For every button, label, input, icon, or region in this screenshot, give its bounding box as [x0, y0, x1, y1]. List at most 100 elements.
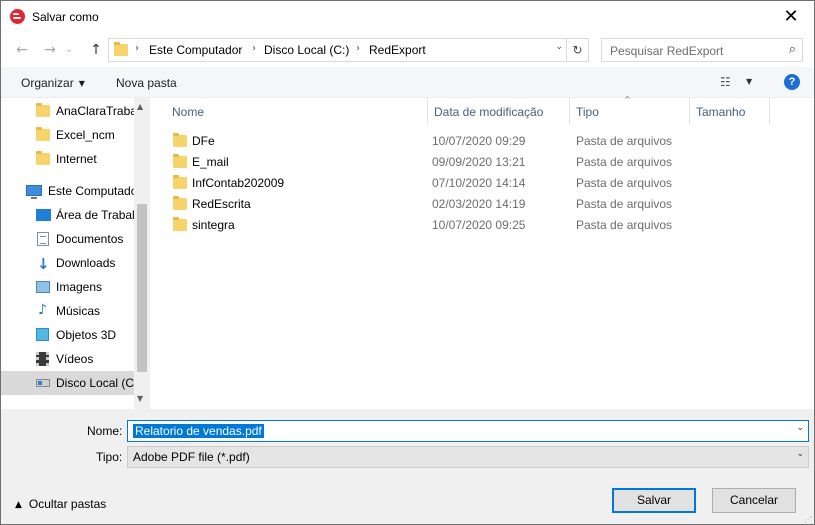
file-type: Pasta de arquivos: [576, 218, 673, 232]
sidebar-item-label: Excel_ncm: [56, 128, 115, 142]
sidebar-item-documentos[interactable]: Documentos: [1, 227, 134, 251]
sidebar-item-objetos-3d[interactable]: Objetos 3D: [1, 323, 134, 347]
sidebar-item-label: Vídeos: [56, 352, 94, 366]
sidebar-scrollbar[interactable]: ▲ ▼: [134, 98, 150, 409]
sidebar-item-anaclaratraba[interactable]: AnaClaraTraba: [1, 99, 134, 123]
organize-button[interactable]: Organizar ▼: [21, 76, 85, 90]
table-row[interactable]: E_mail 09/09/2020 13:21 Pasta de arquivo…: [150, 151, 814, 172]
sidebar-item-area-de-trabalho[interactable]: Área de Trabalh: [1, 203, 134, 227]
navigation-bar: ← → ⌄ ↑ › Este Computador › Disco Local …: [1, 34, 814, 66]
file-date: 10/07/2020 09:25: [432, 218, 526, 232]
search-input[interactable]: Pesquisar RedExport ⌕: [601, 38, 803, 62]
column-header-size[interactable]: Tamanho: [690, 98, 770, 125]
title-bar: Salvar como ✕: [1, 1, 814, 32]
save-as-dialog: Salvar como ✕ ← → ⌄ ↑ › Este Computador …: [0, 0, 815, 525]
breadcrumb-este-computador[interactable]: Este Computador: [149, 43, 242, 57]
breadcrumb-separator: ›: [252, 43, 256, 54]
column-header-date[interactable]: Data de modificação: [428, 98, 570, 125]
navigation-pane: AnaClaraTraba Excel_ncm Internet Este Co…: [1, 98, 150, 409]
sidebar-item-este-computador[interactable]: Este Computador: [1, 179, 134, 203]
breadcrumb-redexport[interactable]: RedExport: [369, 43, 426, 57]
breadcrumb-separator: ›: [135, 43, 139, 54]
file-name-value[interactable]: Relatorio de vendas.pdf: [133, 424, 264, 438]
hide-folders-label: Ocultar pastas: [28, 497, 107, 511]
back-arrow-icon[interactable]: ←: [12, 41, 32, 59]
table-row[interactable]: sintegra 10/07/2020 09:25 Pasta de arqui…: [150, 214, 814, 235]
sidebar-item-label: Downloads: [56, 256, 116, 270]
chevron-down-icon[interactable]: ⌄: [796, 449, 804, 459]
chevron-down-icon[interactable]: ⌄: [555, 42, 563, 52]
desktop-icon: [36, 209, 51, 221]
sidebar-item-label: Documentos: [56, 232, 124, 246]
file-type-label: Tipo:: [96, 450, 123, 464]
folder-icon: [173, 154, 187, 168]
file-type: Pasta de arquivos: [576, 155, 673, 169]
sidebar-item-downloads[interactable]: ↓ Downloads: [1, 251, 134, 275]
save-options-panel: Nome: Relatorio de vendas.pdf ⌄ Tipo: Ad…: [1, 409, 814, 524]
save-button[interactable]: Salvar: [612, 488, 696, 513]
folder-icon: [173, 133, 187, 147]
organize-label: Organizar: [21, 76, 74, 90]
computer-icon: [26, 185, 42, 199]
resize-grip-icon[interactable]: ⋰: [804, 515, 812, 524]
music-icon: ♪: [38, 302, 47, 318]
caret-down-icon[interactable]: ▼: [746, 77, 752, 86]
sidebar-item-musicas[interactable]: ♪ Músicas: [1, 299, 134, 323]
folder-icon: [36, 127, 50, 141]
refresh-icon[interactable]: ↻: [566, 39, 588, 61]
sidebar-item-videos[interactable]: Vídeos: [1, 347, 134, 371]
scroll-up-icon[interactable]: ▲: [137, 102, 143, 111]
sidebar-item-label: Objetos 3D: [56, 328, 117, 342]
file-type: Pasta de arquivos: [576, 176, 673, 190]
sidebar-item-disco-local[interactable]: Disco Local (C:: [1, 371, 134, 395]
cancel-button[interactable]: Cancelar: [712, 488, 796, 513]
close-button[interactable]: ✕: [768, 1, 814, 32]
file-date: 02/03/2020 14:19: [432, 197, 526, 211]
chevron-down-icon[interactable]: ⌄: [796, 423, 804, 433]
file-name: sintegra: [192, 218, 235, 232]
sidebar-item-label: Área de Trabalh: [56, 208, 134, 222]
folder-icon: [36, 151, 50, 165]
window-title: Salvar como: [32, 10, 99, 24]
images-icon: [36, 281, 50, 293]
up-arrow-icon[interactable]: ↑: [86, 41, 106, 59]
address-bar[interactable]: › Este Computador › Disco Local (C:) › R…: [108, 38, 589, 62]
breadcrumb-separator: ›: [356, 43, 360, 54]
new-folder-button[interactable]: Nova pasta: [116, 76, 177, 90]
table-row[interactable]: InfContab202009 07/10/2020 14:14 Pasta d…: [150, 172, 814, 193]
scrollbar-thumb[interactable]: [137, 204, 147, 372]
column-header-name[interactable]: Nome: [166, 98, 428, 125]
folder-icon: [173, 175, 187, 189]
table-row[interactable]: RedEscrita 02/03/2020 14:19 Pasta de arq…: [150, 193, 814, 214]
file-name: InfContab202009: [192, 176, 285, 190]
forward-arrow-icon[interactable]: →: [40, 41, 60, 59]
column-header-label: Tamanho: [696, 105, 746, 119]
breadcrumb-disco-local[interactable]: Disco Local (C:): [264, 43, 349, 57]
sidebar-item-imagens[interactable]: Imagens: [1, 275, 134, 299]
view-options-icon[interactable]: ☷: [720, 75, 731, 89]
file-type: Pasta de arquivos: [576, 197, 673, 211]
sidebar-item-excel-ncm[interactable]: Excel_ncm: [1, 123, 134, 147]
sidebar-item-label: Internet: [56, 152, 97, 166]
file-name-input[interactable]: Relatorio de vendas.pdf ⌄: [127, 420, 809, 442]
search-icon: ⌕: [788, 42, 796, 57]
drive-icon: [36, 379, 50, 387]
file-type-value: Adobe PDF file (*.pdf): [133, 450, 250, 464]
folder-icon: [36, 103, 50, 117]
search-placeholder: Pesquisar RedExport: [610, 44, 724, 58]
file-type-select[interactable]: Adobe PDF file (*.pdf) ⌄: [127, 446, 809, 468]
file-name: RedEscrita: [192, 197, 251, 211]
help-icon[interactable]: ?: [784, 74, 800, 90]
table-row[interactable]: DFe 10/07/2020 09:29 Pasta de arquivos: [150, 130, 814, 151]
sidebar-item-internet[interactable]: Internet: [1, 147, 134, 171]
scroll-down-icon[interactable]: ▼: [137, 394, 143, 403]
hide-folders-button[interactable]: ▲ Ocultar pastas: [15, 497, 106, 511]
file-type: Pasta de arquivos: [576, 134, 673, 148]
file-date: 10/07/2020 09:29: [432, 134, 526, 148]
recent-locations-icon[interactable]: ⌄: [63, 41, 75, 59]
folder-icon: [173, 196, 187, 210]
file-name-label: Nome:: [87, 424, 123, 438]
sidebar-item-label: Músicas: [56, 304, 101, 318]
videos-icon: [36, 352, 49, 366]
chevron-up-icon: ▲: [15, 500, 22, 510]
